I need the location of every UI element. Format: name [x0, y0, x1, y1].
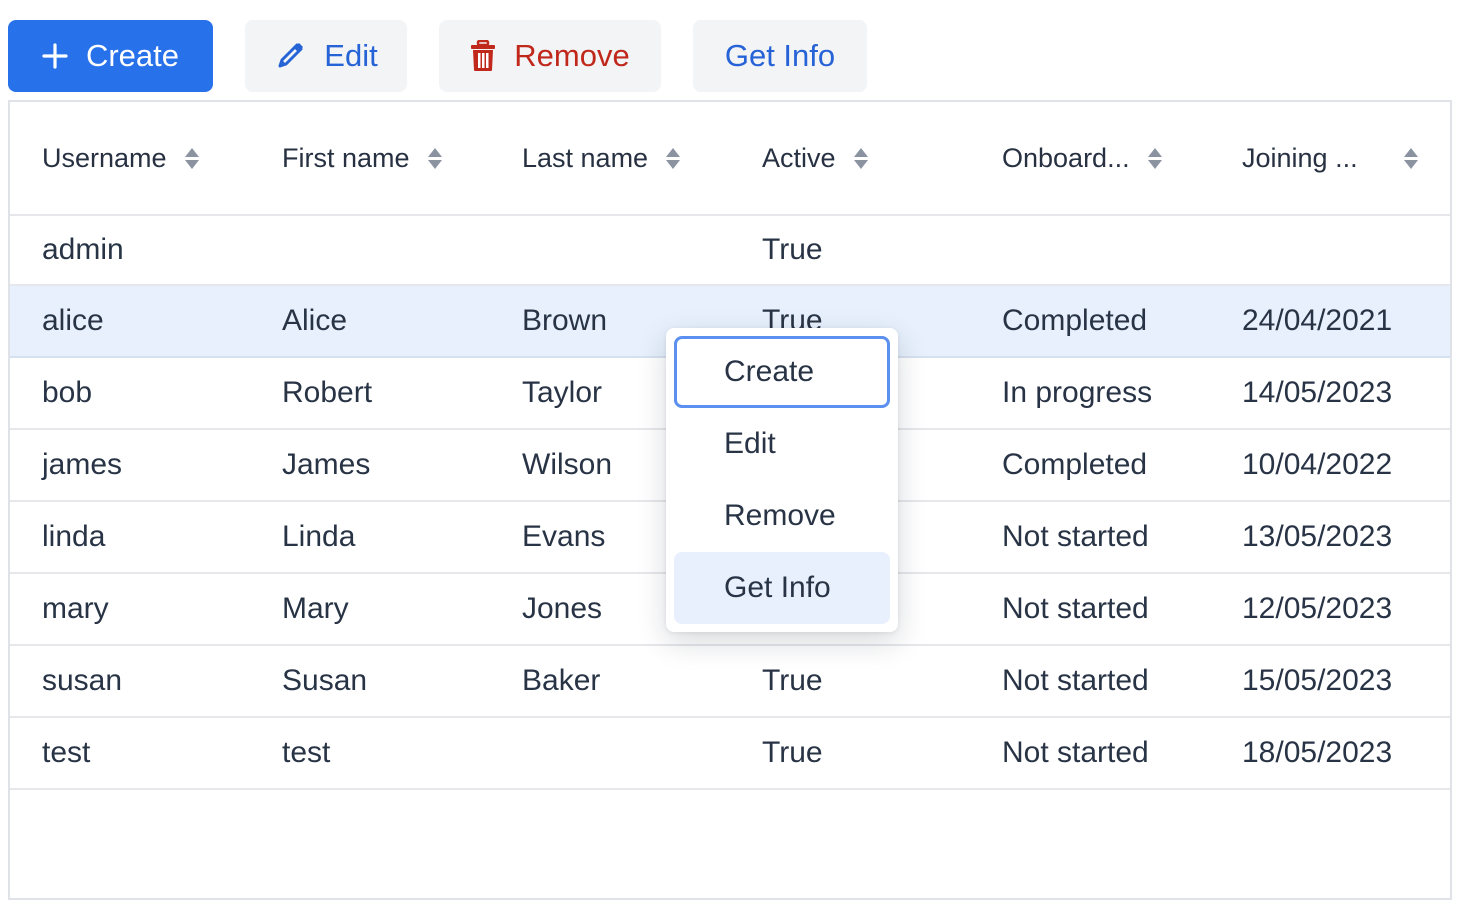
cell-onboarding: In progress — [1002, 376, 1153, 409]
cell-username: linda — [42, 520, 106, 553]
sort-descending-icon — [427, 159, 442, 169]
pencil-icon — [274, 40, 306, 72]
sort-icon[interactable] — [1404, 147, 1418, 169]
cell-onboarding: Completed — [1002, 304, 1148, 337]
get-info-button-label: Get Info — [724, 38, 836, 73]
sort-descending-icon — [1147, 159, 1162, 169]
sort-ascending-icon — [427, 147, 442, 157]
cell-first-name: Robert — [282, 376, 373, 409]
column-header-label: Username — [42, 142, 167, 173]
cell-onboarding: Not started — [1002, 592, 1149, 625]
cell-first-name: Susan — [282, 664, 368, 697]
cell-joining-date: 13/05/2023 — [1242, 520, 1393, 553]
sort-descending-icon — [184, 159, 199, 169]
edit-button[interactable]: Edit — [245, 20, 407, 92]
sort-ascending-icon — [1147, 147, 1162, 157]
sort-descending-icon — [666, 159, 681, 169]
table-row[interactable]: test test True Not started 18/05/2023 — [10, 718, 1450, 790]
edit-button-label: Edit — [324, 38, 378, 73]
cell-joining-date: 15/05/2023 — [1242, 664, 1393, 697]
cell-first-name: test — [282, 736, 331, 769]
cell-active: True — [762, 736, 823, 769]
cell-username: alice — [42, 304, 104, 337]
column-header-last-name[interactable]: Last name — [490, 143, 730, 174]
cell-last-name: Baker — [522, 664, 601, 697]
table-header: Username First name Last name Active Onboard… — [10, 102, 1450, 216]
sort-descending-icon — [853, 159, 868, 169]
get-info-button[interactable]: Get Info — [693, 20, 867, 92]
column-header-onboarding[interactable]: Onboard... — [970, 143, 1210, 174]
context-menu-item-edit[interactable]: Edit — [674, 408, 890, 480]
cell-joining-date: 10/04/2022 — [1242, 448, 1393, 481]
column-header-label: Last name — [522, 142, 649, 173]
column-header-label: Onboard... — [1002, 142, 1130, 173]
cell-username: admin — [42, 233, 124, 266]
table-row[interactable]: susan Susan Baker True Not started 15/05/2023 — [10, 646, 1450, 718]
cell-username: james — [42, 448, 123, 481]
cell-onboarding: Completed — [1002, 448, 1148, 481]
sort-ascending-icon — [853, 147, 868, 157]
cell-username: mary — [42, 592, 109, 625]
sort-icon[interactable] — [853, 147, 868, 169]
cell-first-name: Linda — [282, 520, 356, 553]
sort-icon[interactable] — [184, 147, 199, 169]
sort-ascending-icon — [184, 147, 199, 157]
cell-onboarding: Not started — [1002, 736, 1149, 769]
sort-ascending-icon — [666, 147, 681, 157]
sort-icon[interactable] — [666, 147, 681, 169]
sort-ascending-icon — [1404, 147, 1418, 157]
remove-button[interactable]: Remove — [439, 20, 661, 92]
cell-joining-date: 24/04/2021 — [1242, 304, 1393, 337]
cell-username: bob — [42, 376, 93, 409]
sort-icon[interactable] — [1147, 147, 1162, 169]
table-row[interactable]: admin True — [10, 216, 1450, 286]
context-menu-item-get-info[interactable]: Get Info — [674, 552, 890, 624]
cell-active: True — [762, 233, 823, 266]
cell-onboarding: Not started — [1002, 520, 1149, 553]
cell-onboarding: Not started — [1002, 664, 1149, 697]
column-header-label: Active — [762, 142, 836, 173]
cell-first-name: James — [282, 448, 371, 481]
toolbar: Create Edit Remove Get Info — [8, 20, 867, 92]
cell-username: susan — [42, 664, 123, 697]
context-menu-item-remove[interactable]: Remove — [674, 480, 890, 552]
cell-first-name: Mary — [282, 592, 349, 625]
create-button[interactable]: Create — [8, 20, 213, 92]
cell-joining-date: 14/05/2023 — [1242, 376, 1393, 409]
column-header-username[interactable]: Username — [10, 143, 250, 174]
column-header-joining-date[interactable]: Joining ... — [1210, 143, 1450, 174]
cell-joining-date: 12/05/2023 — [1242, 592, 1393, 625]
column-header-first-name[interactable]: First name — [250, 143, 490, 174]
cell-username: test — [42, 736, 91, 769]
trash-icon — [470, 40, 496, 72]
column-header-label: First name — [282, 142, 410, 173]
remove-button-label: Remove — [514, 38, 630, 73]
column-header-label: Joining ... — [1242, 142, 1358, 173]
cell-first-name: Alice — [282, 304, 348, 337]
plus-icon — [42, 43, 68, 69]
cell-joining-date: 18/05/2023 — [1242, 736, 1393, 769]
cell-active: True — [762, 664, 823, 697]
create-button-label: Create — [85, 38, 180, 73]
context-menu: Create Edit Remove Get Info — [666, 328, 898, 632]
sort-descending-icon — [1404, 159, 1418, 169]
column-header-active[interactable]: Active — [730, 143, 970, 174]
sort-icon[interactable] — [427, 147, 442, 169]
context-menu-item-create[interactable]: Create — [674, 336, 890, 408]
